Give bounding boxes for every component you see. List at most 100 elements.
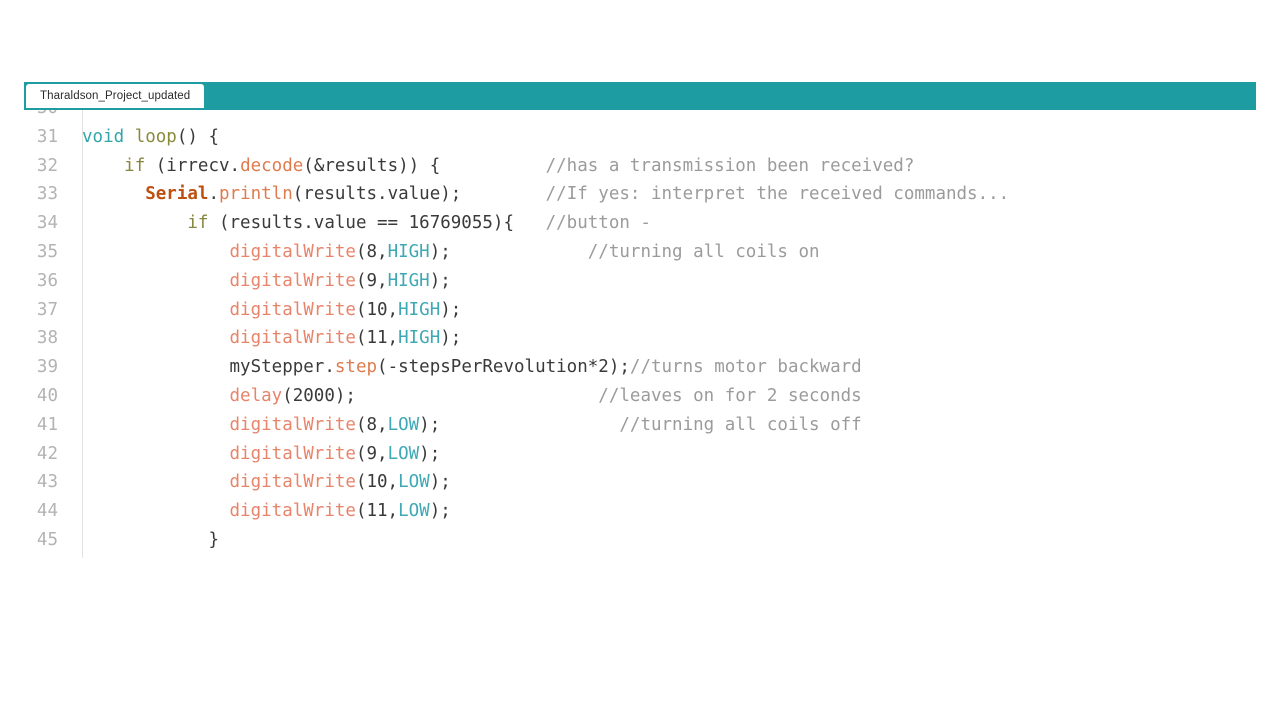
code-line[interactable]: 36 digitalWrite(9,HIGH); xyxy=(24,267,1256,296)
line-number: 43 xyxy=(36,472,58,493)
code-token: (9, xyxy=(355,270,388,291)
editor-tab-bar: Tharaldson_Project_updated xyxy=(24,82,1256,110)
code-token: HIGH xyxy=(387,241,430,262)
code-token: 16769055 xyxy=(408,213,493,234)
line-number: 38 xyxy=(36,328,58,349)
code-line-text: digitalWrite(10,LOW); xyxy=(82,468,1256,497)
code-line[interactable]: 41 digitalWrite(8,LOW); //turning all co… xyxy=(24,411,1256,440)
code-token: (8, xyxy=(355,414,388,435)
line-number: 39 xyxy=(36,357,58,378)
code-token: (9, xyxy=(355,443,388,464)
code-line[interactable]: 33 Serial.println(results.value); //If y… xyxy=(24,180,1256,209)
code-token: if xyxy=(187,213,209,234)
code-token: LOW xyxy=(387,414,420,435)
code-token: (irrecv. xyxy=(145,155,241,176)
code-token: LOW xyxy=(387,443,420,464)
code-line-partial[interactable]: 30 xyxy=(24,110,1256,123)
code-line-text: digitalWrite(8,LOW); //turning all coils… xyxy=(82,411,1256,440)
line-number: 30 xyxy=(24,110,58,123)
code-token: . xyxy=(208,184,219,205)
code-token: LOW xyxy=(398,472,430,493)
code-token: println xyxy=(218,184,293,205)
code-token: ); xyxy=(429,270,451,291)
line-number: 42 xyxy=(36,443,58,464)
code-token: digitalWrite xyxy=(229,241,356,262)
tab-tharaldson-project-updated[interactable]: Tharaldson_Project_updated xyxy=(26,84,205,108)
code-token: () { xyxy=(176,126,220,147)
code-token: (&results)) { xyxy=(303,155,441,176)
code-token: //If yes: interpret the received command… xyxy=(545,184,1010,205)
code-token: //turning all coils off xyxy=(619,414,862,435)
code-line-text: digitalWrite(11,HIGH); xyxy=(82,324,1256,353)
code-token: digitalWrite xyxy=(229,299,356,320)
code-line-list: 3031void loop() {32 if (irrecv.decode(&r… xyxy=(24,110,1256,555)
code-token: //leaves on for 2 seconds xyxy=(598,385,862,406)
code-token: digitalWrite xyxy=(229,443,356,464)
code-token: (11, xyxy=(355,328,399,349)
code-token: HIGH xyxy=(398,299,441,320)
code-line[interactable]: 42 digitalWrite(9,LOW); xyxy=(24,440,1256,469)
code-line-text: delay(2000); //leaves on for 2 seconds xyxy=(82,382,1256,411)
code-token: (results.value); xyxy=(292,184,462,205)
code-line[interactable]: 39 myStepper.step(-stepsPerRevolution*2)… xyxy=(24,353,1256,382)
line-number: 41 xyxy=(36,414,58,435)
code-token: LOW xyxy=(398,501,430,522)
code-line-text: if (irrecv.decode(&results)) { //has a t… xyxy=(82,152,1256,181)
code-line-text: digitalWrite(8,HIGH); //turning all coil… xyxy=(82,238,1256,267)
code-token: digitalWrite xyxy=(229,270,356,291)
code-line-text: digitalWrite(9,LOW); xyxy=(82,440,1256,469)
code-line[interactable]: 40 delay(2000); //leaves on for 2 second… xyxy=(24,382,1256,411)
code-line[interactable]: 34 if (results.value == 16769055){ //but… xyxy=(24,209,1256,238)
code-token: void xyxy=(82,126,125,147)
code-token: (results.value == xyxy=(208,213,409,234)
code-token: //button - xyxy=(545,213,651,234)
code-line[interactable]: 38 digitalWrite(11,HIGH); xyxy=(24,324,1256,353)
code-line[interactable]: 43 digitalWrite(10,LOW); xyxy=(24,468,1256,497)
line-number: 45 xyxy=(36,529,58,550)
code-token: step xyxy=(334,357,378,378)
code-line[interactable]: 37 digitalWrite(10,HIGH); xyxy=(24,296,1256,325)
code-line[interactable]: 32 if (irrecv.decode(&results)) { //has … xyxy=(24,152,1256,181)
code-line-text: myStepper.step(-stepsPerRevolution*2);//… xyxy=(82,353,1256,382)
code-line[interactable]: 31 void loop() { xyxy=(24,123,1256,152)
code-token: (10, xyxy=(355,299,399,320)
code-token: ); xyxy=(429,501,451,522)
code-token: (2000); xyxy=(282,385,356,406)
code-line[interactable]: 35 digitalWrite(8,HIGH); //turning all c… xyxy=(24,238,1256,267)
code-token: //turning all coils on xyxy=(587,241,820,262)
line-number: 37 xyxy=(36,299,58,320)
code-line[interactable]: 45 } xyxy=(24,526,1256,555)
code-token: ){ xyxy=(492,213,514,234)
code-token: ); xyxy=(440,328,462,349)
code-token: //turns motor backward xyxy=(629,357,862,378)
code-line-text: digitalWrite(9,HIGH); xyxy=(82,267,1256,296)
code-line[interactable]: 44 digitalWrite(11,LOW); xyxy=(24,497,1256,526)
code-line-text: digitalWrite(10,HIGH); xyxy=(82,296,1256,325)
code-editor-window: Tharaldson_Project_updated 30 31 void loop… xyxy=(24,82,1256,572)
code-token: ); xyxy=(419,414,441,435)
screen-root: Tharaldson_Project_updated 30 31 void loop… xyxy=(0,0,1280,720)
code-line-text: Serial.println(results.value); //If yes:… xyxy=(82,180,1256,209)
code-token: myStepper. xyxy=(229,357,335,378)
code-surface[interactable]: 3031void loop() {32 if (irrecv.decode(&r… xyxy=(24,110,1256,572)
code-token: digitalWrite xyxy=(229,501,356,522)
line-number: 31 xyxy=(36,126,58,147)
code-token: //has a transmission been received? xyxy=(545,155,915,176)
line-number: 40 xyxy=(36,385,58,406)
